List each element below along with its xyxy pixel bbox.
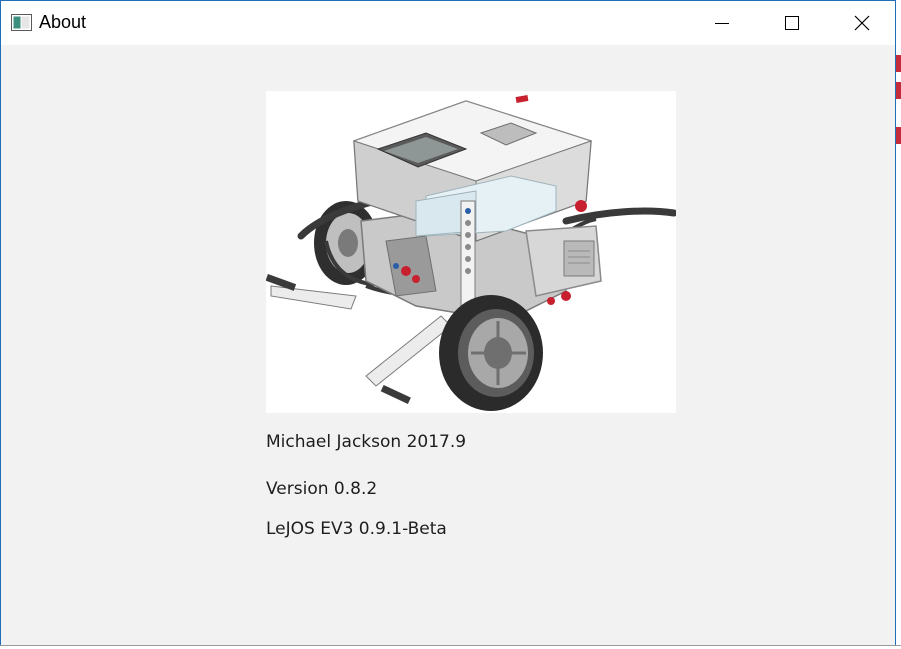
lift-beam — [460, 200, 476, 312]
desktop-marker — [896, 127, 901, 144]
maximize-button[interactable] — [757, 1, 827, 45]
lejos-version-label: LeJOS EV3 0.9.1-Beta — [266, 519, 447, 539]
title-bar[interactable]: About — [1, 1, 895, 45]
minimize-button[interactable] — [687, 1, 757, 45]
desktop-marker — [896, 82, 901, 99]
app-icon — [11, 14, 32, 31]
maximize-icon — [785, 16, 799, 30]
close-button[interactable] — [827, 1, 897, 45]
author-label: Michael Jackson 2017.9 — [266, 432, 467, 452]
about-dialog: About Michael Jackson 2017.9 Version 0.8… — [0, 0, 896, 645]
lego-ev3-robot-illustration — [265, 95, 678, 411]
taskbar-edge — [0, 645, 901, 649]
close-icon — [854, 15, 870, 31]
window-title: About — [39, 12, 87, 32]
minimize-icon — [715, 23, 729, 24]
robot-image — [265, 91, 678, 413]
front-arm — [365, 315, 452, 404]
front-wheel — [439, 295, 543, 411]
version-label: Version 0.8.2 — [266, 479, 378, 499]
desktop-marker — [896, 55, 901, 72]
